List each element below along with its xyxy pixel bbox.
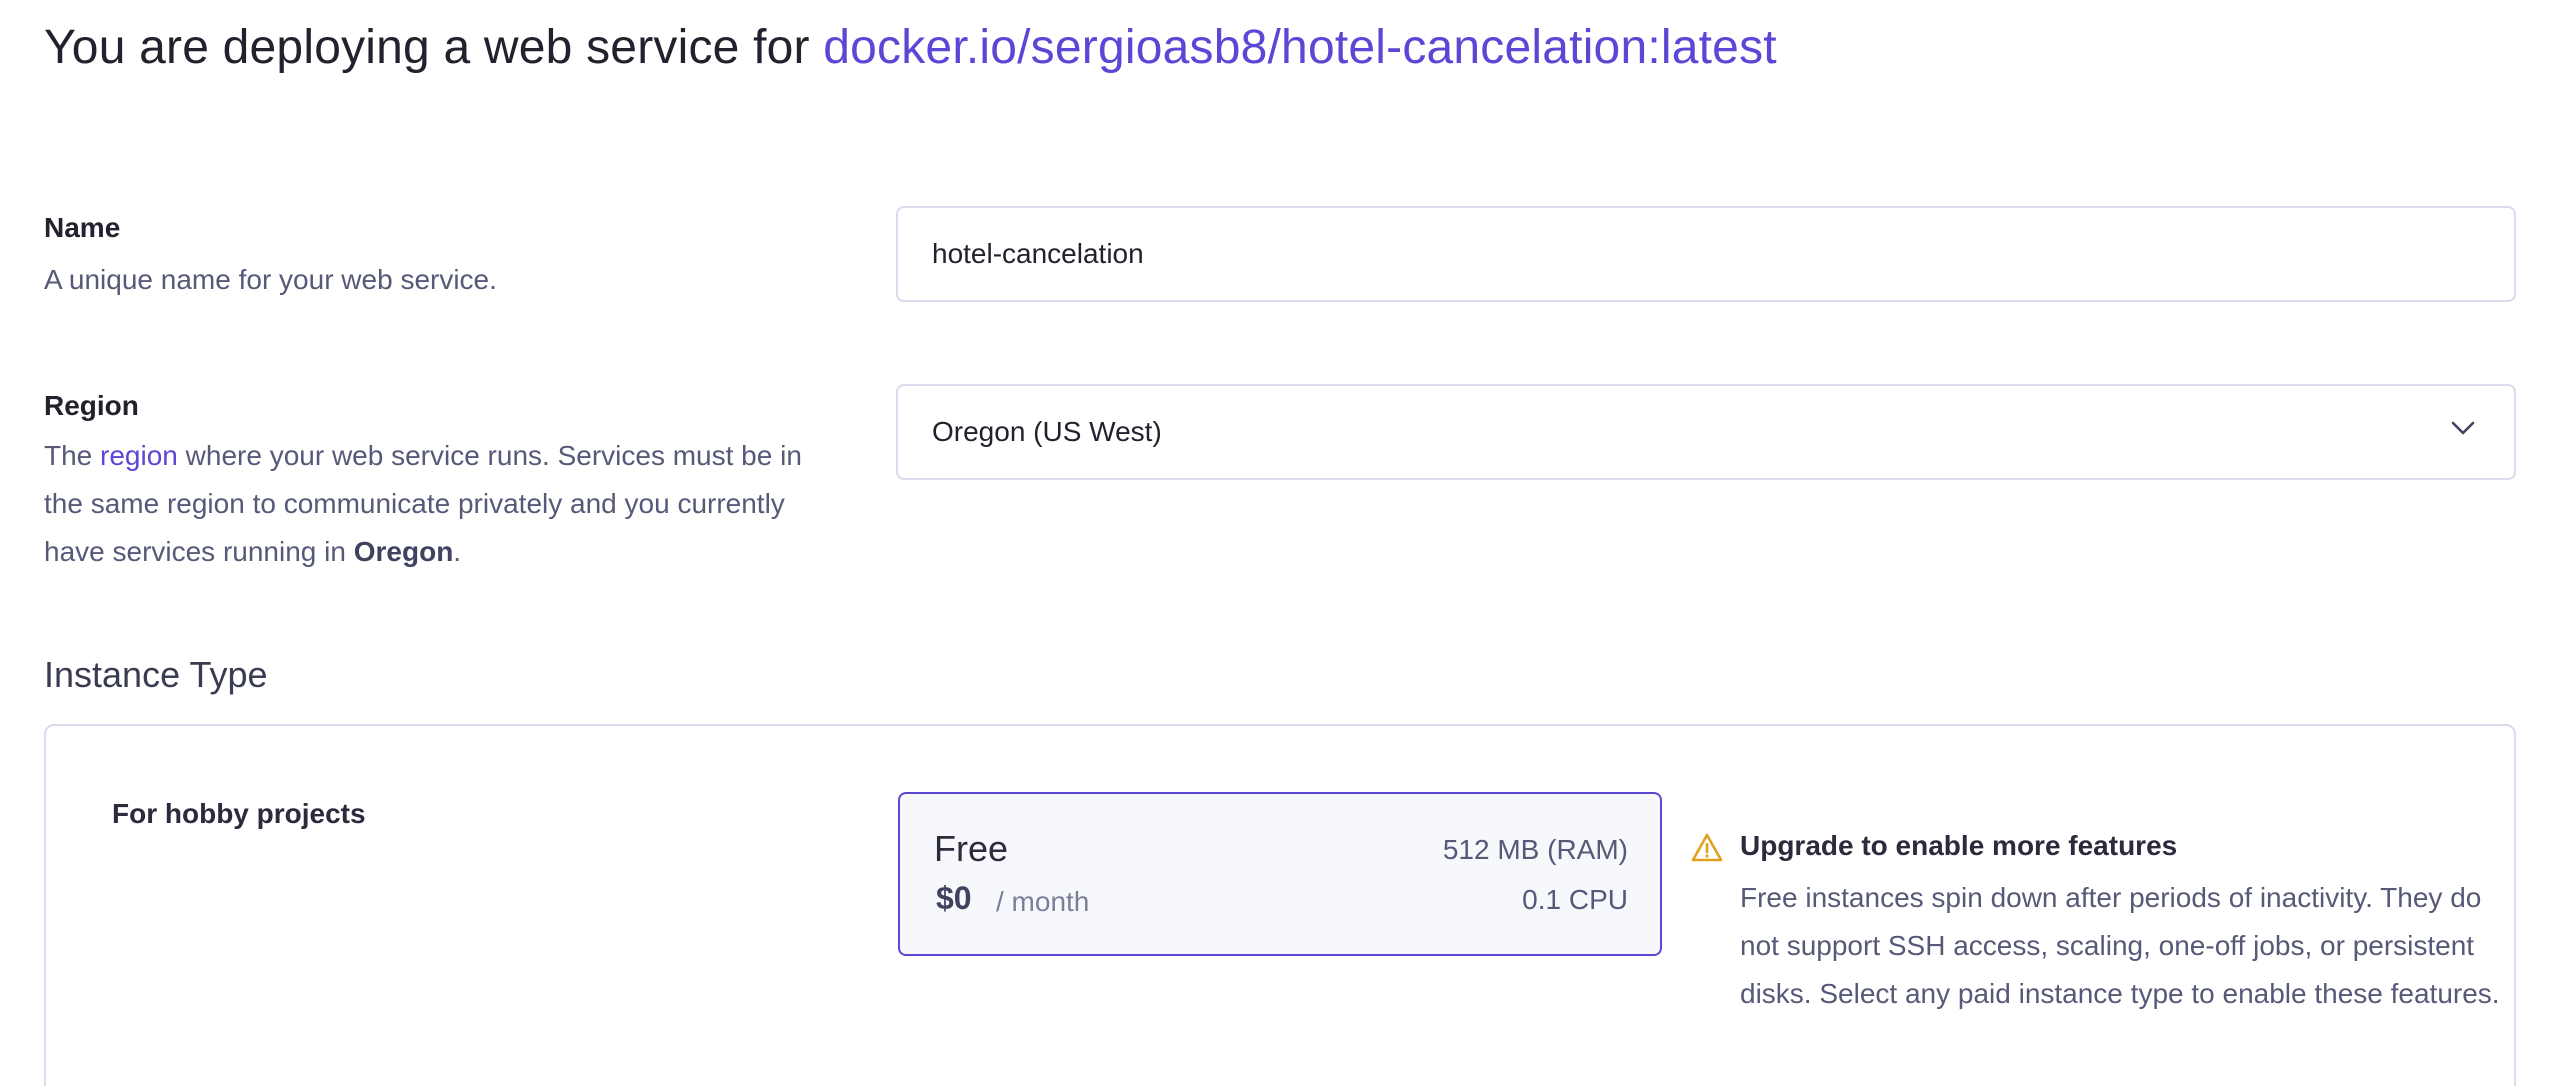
region-doc-link[interactable]: region	[100, 440, 178, 471]
chevron-down-icon	[2451, 421, 2475, 435]
instance-type-title: Instance Type	[44, 654, 268, 695]
deploy-web-service-page: You are deploying a web service for dock…	[0, 0, 2568, 1086]
instance-type-panel: For hobby projects Free $0 / month 512 M…	[44, 724, 2516, 1086]
name-description: A unique name for your web service.	[44, 264, 497, 295]
region-select-value: Oregon (US West)	[932, 416, 1162, 447]
upgrade-notice-body: Free instances spin down after periods o…	[1740, 882, 2500, 1009]
page-title: You are deploying a web service for dock…	[44, 20, 1777, 75]
region-desc-before: The	[44, 440, 101, 471]
name-label: Name	[44, 212, 121, 243]
plan-price: $0	[936, 880, 972, 916]
plan-period: / month	[996, 886, 1090, 917]
region-label: Region	[44, 390, 139, 421]
warning-icon	[1691, 833, 1723, 862]
region-description: The region where your web service runs. …	[44, 432, 844, 576]
name-input[interactable]	[932, 238, 2480, 270]
page-title-prefix: You are deploying a web service for	[44, 21, 824, 74]
plan-card-free[interactable]: Free $0 / month 512 MB (RAM) 0.1 CPU	[898, 792, 1662, 956]
hobby-projects-label: For hobby projects	[112, 798, 366, 829]
plan-cpu: 0.1 CPU	[1522, 884, 1628, 915]
image-link[interactable]: docker.io/sergioasb8/hotel-cancelation:l…	[823, 21, 1777, 74]
region-desc-after: .	[453, 536, 462, 567]
plan-name: Free	[934, 828, 1009, 869]
name-field[interactable]	[896, 206, 2516, 302]
region-current: Oregon	[353, 536, 454, 567]
plan-ram: 512 MB (RAM)	[1442, 834, 1628, 865]
upgrade-notice-title: Upgrade to enable more features	[1740, 830, 2178, 861]
region-select[interactable]: Oregon (US West)	[896, 384, 2516, 480]
